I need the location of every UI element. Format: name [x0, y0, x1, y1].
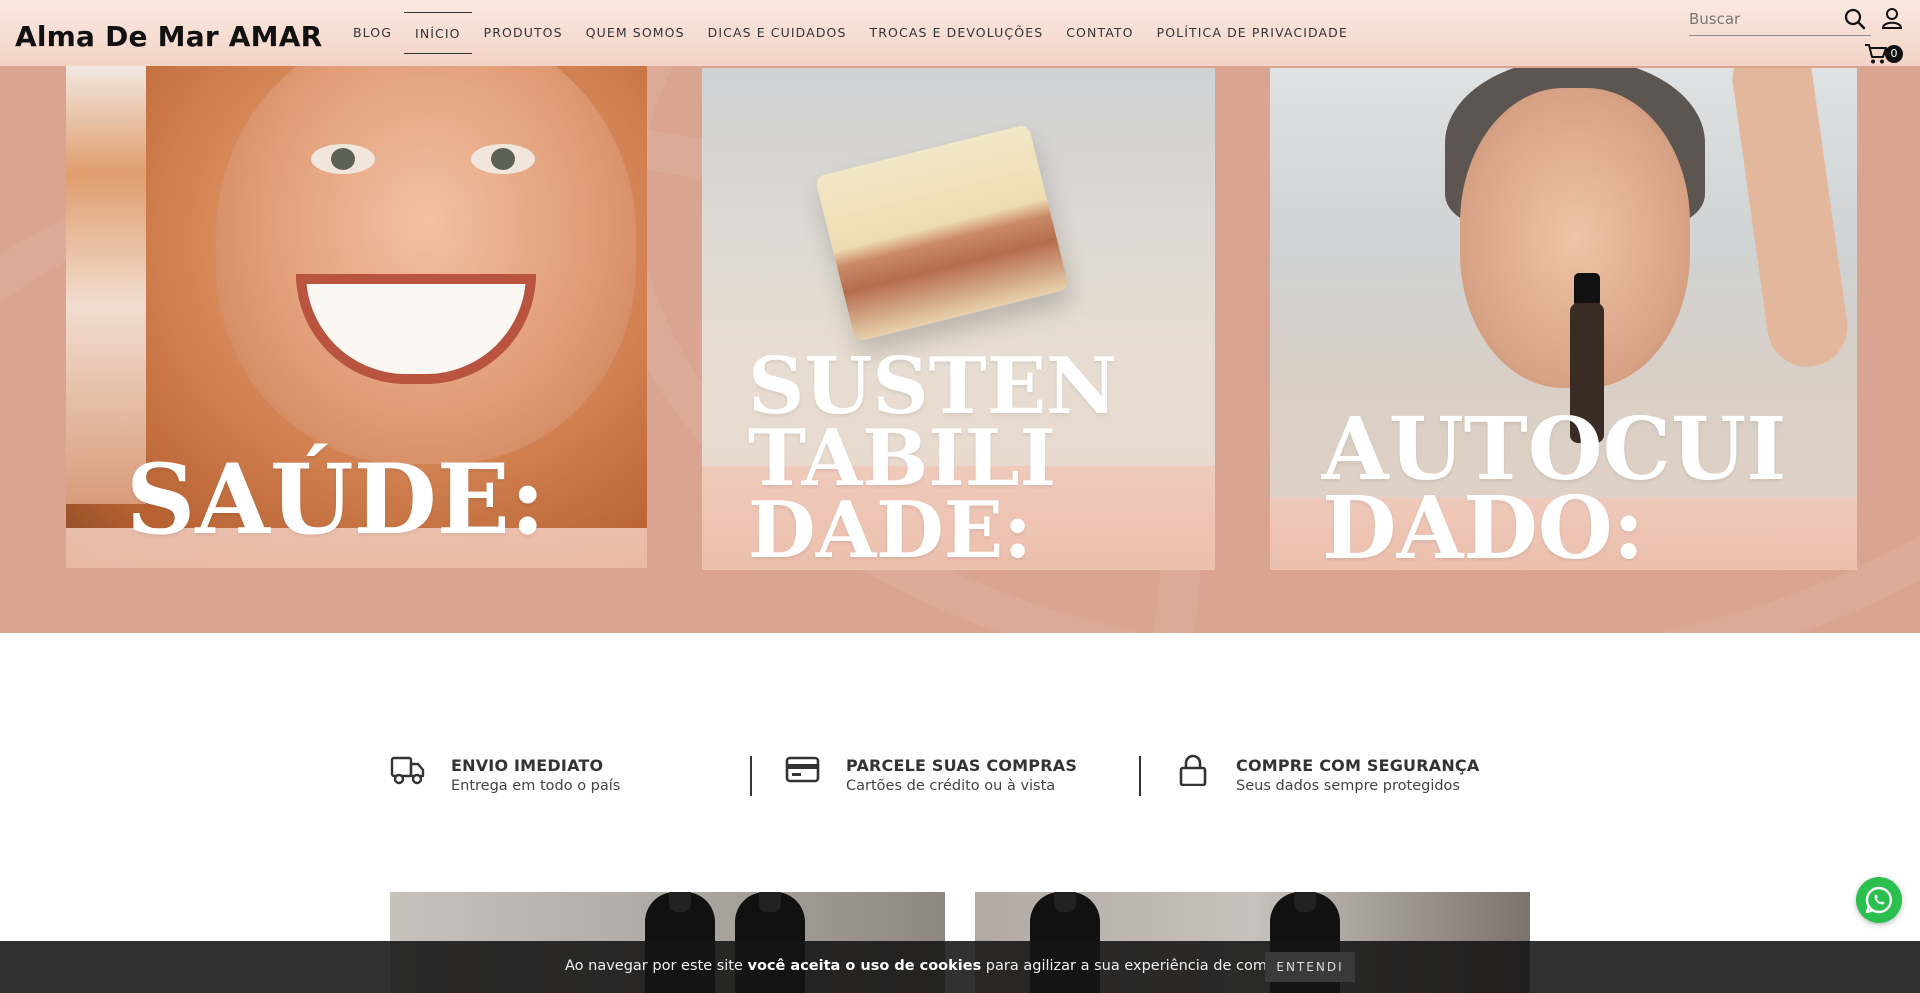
- nav-item-trocas-e-devolucoes[interactable]: TROCAS E DEVOLUÇÕES: [859, 12, 1055, 54]
- truck-icon: [390, 754, 426, 786]
- lock-icon: [1175, 754, 1211, 787]
- nav-item-dicas-e-cuidados[interactable]: DICAS E CUIDADOS: [697, 12, 858, 54]
- nav-item-quem-somos[interactable]: QUEM SOMOS: [575, 12, 696, 54]
- cookie-consent-bar: Ao navegar por este site você aceita o u…: [0, 941, 1920, 993]
- feature-parcele: PARCELE SUAS COMPRAS Cartões de crédito …: [785, 750, 1115, 800]
- site-logo[interactable]: Alma De Mar AMAR: [15, 20, 322, 53]
- nav-item-blog[interactable]: BLOG: [342, 12, 403, 54]
- search-box: [1689, 4, 1871, 36]
- whatsapp-icon[interactable]: [1856, 877, 1902, 923]
- feature-divider: [1139, 756, 1141, 796]
- nav-item-inicio[interactable]: INÍCIO: [404, 12, 472, 54]
- features-strip: ENVIO IMEDIATO Entrega em todo o país PA…: [390, 750, 1530, 800]
- feature-envio: ENVIO IMEDIATO Entrega em todo o país: [390, 750, 720, 800]
- feature-subtitle: Entrega em todo o país: [451, 778, 621, 794]
- clay-mask-image: [66, 64, 146, 504]
- feature-divider: [750, 756, 752, 796]
- smiling-face-image: [216, 64, 636, 464]
- cookie-text-before: Ao navegar por este site: [565, 958, 748, 974]
- feature-title: PARCELE SUAS COMPRAS: [846, 756, 1078, 775]
- nav-item-produtos[interactable]: PRODUTOS: [473, 12, 574, 54]
- hero-banner: SAÚDE: SUSTEN TABILI DADE: AUTOCUI DADO:: [0, 0, 1920, 633]
- accept-cookies-button[interactable]: ENTENDI: [1265, 952, 1355, 982]
- eye-image: [311, 144, 375, 174]
- credit-card-icon: [785, 754, 821, 786]
- cookie-message: Ao navegar por este site você aceita o u…: [565, 958, 1296, 974]
- panel-word: SUSTEN TABILI DADE:: [748, 341, 1118, 570]
- search-icon[interactable]: [1843, 7, 1867, 31]
- feature-subtitle: Seus dados sempre protegidos: [1236, 778, 1460, 794]
- nav-item-politica-de-privacidade[interactable]: POLÍTICA DE PRIVACIDADE: [1146, 12, 1359, 54]
- main-nav: BLOG INÍCIO PRODUTOS QUEM SOMOS DICAS E …: [342, 0, 1360, 66]
- smile-image: [296, 274, 536, 384]
- hero-panel-sustentabilidade[interactable]: SUSTEN TABILI DADE:: [702, 68, 1215, 570]
- soap-bar-image: [814, 123, 1070, 343]
- cart-count-badge: 0: [1885, 45, 1903, 63]
- site-header: Alma De Mar AMAR BLOG INÍCIO PRODUTOS QU…: [0, 0, 1920, 66]
- cookie-text-after: para agilizar a sua experiência de compr…: [981, 958, 1296, 974]
- eye-image: [471, 144, 535, 174]
- user-icon[interactable]: [1880, 6, 1904, 30]
- bottle-cap-image: [1574, 273, 1600, 307]
- arm-image: [1727, 68, 1853, 372]
- hero-panel-saude[interactable]: SAÚDE:: [66, 64, 647, 568]
- feature-seguranca: COMPRE COM SEGURANÇA Seus dados sempre p…: [1175, 750, 1525, 800]
- feature-subtitle: Cartões de crédito ou à vista: [846, 778, 1056, 794]
- hero-panel-autocuidado[interactable]: AUTOCUI DADO:: [1270, 68, 1857, 570]
- panel-word: SAÚDE:: [126, 443, 546, 556]
- nav-item-contato[interactable]: CONTATO: [1055, 12, 1144, 54]
- cookie-text-bold: você aceita o uso de cookies: [747, 958, 982, 974]
- feature-title: COMPRE COM SEGURANÇA: [1236, 756, 1480, 775]
- search-input[interactable]: [1689, 6, 1839, 32]
- feature-title: ENVIO IMEDIATO: [451, 756, 604, 775]
- panel-word: AUTOCUI DADO:: [1322, 399, 1787, 570]
